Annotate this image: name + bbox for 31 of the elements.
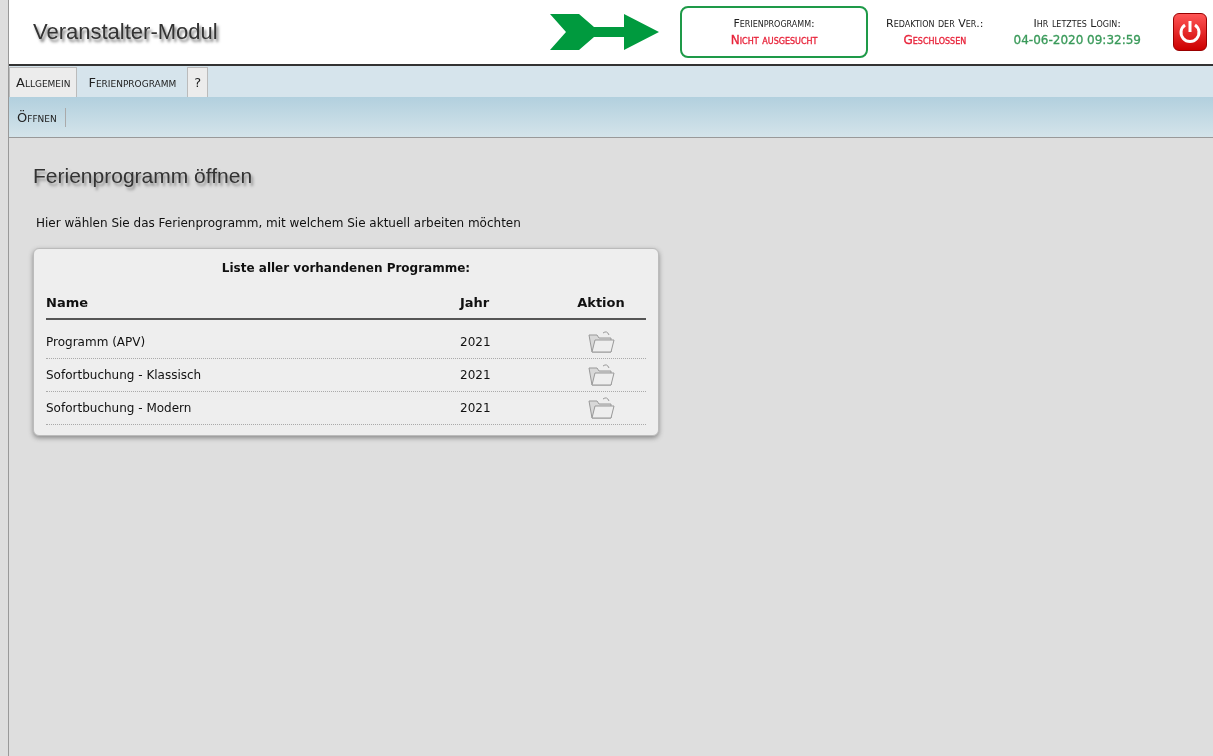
app-title: Veranstalter-Modul	[33, 19, 219, 45]
folder-icon	[587, 396, 615, 420]
table-cell-text: 2021	[460, 368, 492, 382]
table-cell-text: Programm (APV)	[46, 335, 147, 349]
column-header: Aktion	[577, 295, 625, 310]
power-icon	[1177, 19, 1203, 45]
open-folder-button[interactable]	[587, 363, 615, 387]
table-cell-text: Sofortbuchung - Klassisch	[46, 368, 203, 382]
status-label: Ihr letztes Login:	[1033, 17, 1121, 30]
table-cell-text: Sofortbuchung - Modern	[46, 401, 193, 415]
column-header: Jahr	[460, 295, 491, 310]
power-button[interactable]	[1173, 13, 1207, 51]
folder-icon	[587, 363, 615, 387]
tab[interactable]: ?	[187, 67, 209, 97]
open-folder-button[interactable]	[587, 396, 615, 420]
table-caption: Liste aller vorhandenen Programme:	[220, 261, 472, 275]
open-folder-button[interactable]	[587, 330, 615, 354]
status-label: Ferienprogramm:	[733, 17, 815, 30]
table-cell-text: 2021	[460, 335, 492, 349]
arrow-icon	[550, 13, 661, 51]
open-button[interactable]: Öffnen	[9, 107, 66, 127]
folder-icon	[587, 330, 615, 354]
status-value: 04-06-2020 09:32:59	[1013, 33, 1141, 47]
column-header: Name	[46, 295, 89, 310]
intro-text: Hier wählen Sie das Ferienprogramm, mit welchem Sie aktuell arbeiten möchten	[36, 216, 522, 230]
status-label: Redaktion der Ver.:	[886, 17, 984, 30]
tab[interactable]: Allgemein	[9, 67, 78, 97]
status-value: Nicht ausgesucht	[730, 33, 818, 47]
status-value: Geschlossen	[903, 33, 967, 47]
table-cell-text: 2021	[460, 401, 492, 415]
page-title: Ferienprogramm öffnen	[33, 164, 254, 188]
